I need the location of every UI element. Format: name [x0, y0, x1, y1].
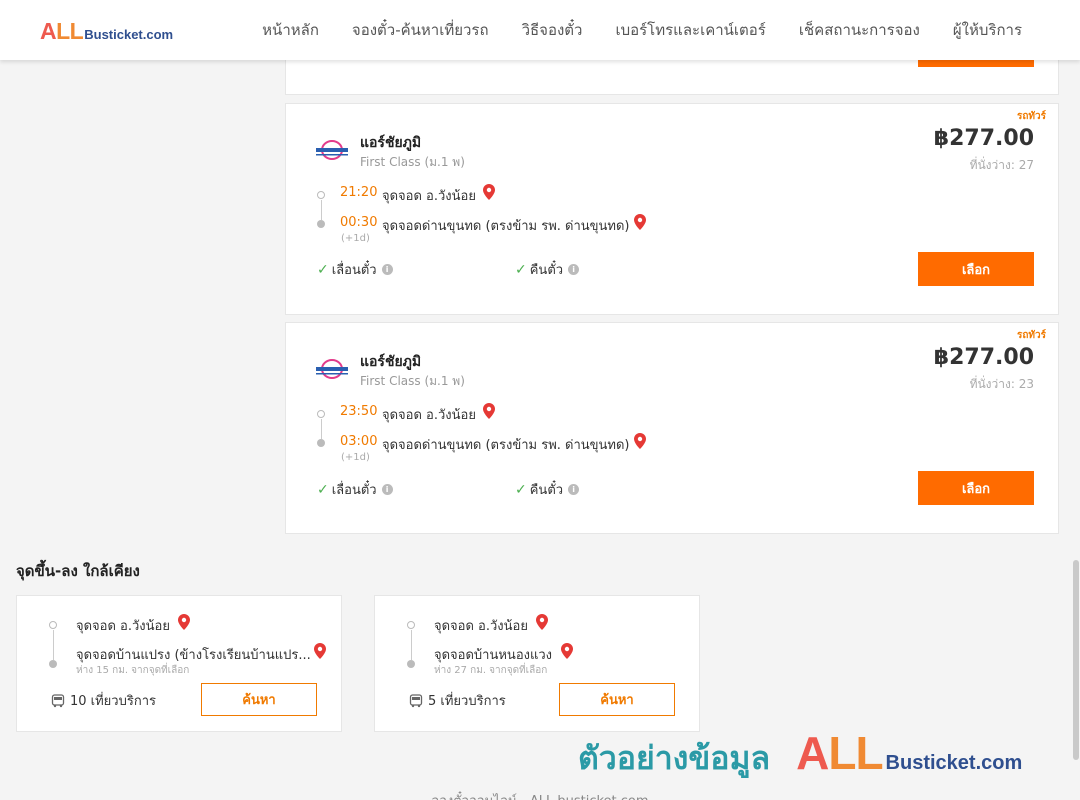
map-pin-icon[interactable]: [483, 184, 495, 200]
timeline-line: [53, 630, 54, 660]
arrive-stop: จุดจอดด่านขุนทด (ตรงข้าม รพ. ด่านขุนทด): [382, 219, 630, 234]
depart-stop: จุดจอด อ.วังน้อย: [382, 408, 476, 423]
trip-card: รถทัวร์ แอร์ชัยภูมิ First Class (ม.1 พ) …: [285, 322, 1059, 534]
depart-time: 21:20: [340, 185, 378, 200]
operator-logo-icon: [316, 140, 348, 160]
timeline-end-dot: [317, 220, 325, 228]
info-icon[interactable]: i: [568, 264, 580, 275]
nearby-search-button[interactable]: ค้นหา: [559, 683, 675, 716]
timeline-start-dot: [317, 410, 325, 418]
check-icon: ✓: [317, 261, 329, 278]
feature-change-ticket: ✓ เลื่อนตั๋ว i: [317, 259, 393, 280]
seats-available: ที่นั่งว่าง: 27: [969, 158, 1034, 172]
operator-name: แอร์ชัยภูมิ: [360, 135, 422, 151]
site-header: ALL Busticket.com หน้าหลัก จองตั๋ว-ค้นหา…: [0, 0, 1080, 60]
feature-refund-ticket: ✓ คืนตั๋ว i: [515, 479, 580, 500]
timeline-end-dot: [407, 660, 415, 668]
timeline-start-dot: [317, 191, 325, 199]
nearby-to-stop: จุดจอดบ้านแปรง (ข้างโรงเรียนบ้านแปร...: [76, 648, 311, 663]
timeline-end-dot: [317, 439, 325, 447]
next-day-label: (+1d): [341, 452, 370, 463]
nav-operators[interactable]: ผู้ให้บริการ: [953, 18, 1022, 42]
nearby-trip-count: 5 เที่ยวบริการ: [409, 690, 506, 711]
next-day-label: (+1d): [341, 233, 370, 244]
select-button[interactable]: เลือก: [918, 471, 1034, 505]
select-button-partial[interactable]: [918, 59, 1034, 67]
nearby-card: จุดจอด อ.วังน้อย จุดจอดบ้านหนองแวง ห่าง …: [374, 595, 700, 732]
info-icon[interactable]: i: [381, 264, 393, 275]
map-pin-icon[interactable]: [561, 643, 573, 659]
logo-text: Busticket.com: [84, 27, 174, 42]
watermark-logo-text: Busticket.com: [885, 752, 1023, 774]
select-button[interactable]: เลือก: [918, 252, 1034, 286]
trip-price: ฿277.00: [933, 345, 1034, 370]
nearby-to-stop: จุดจอดบ้านหนองแวง: [434, 648, 553, 663]
timeline-line: [321, 419, 322, 439]
bus-icon: [409, 693, 423, 707]
watermark-thai-text: ตัวอย่างข้อมูล: [578, 739, 771, 777]
check-icon: ✓: [515, 481, 527, 498]
info-icon[interactable]: i: [381, 484, 393, 495]
logo-all: ALL: [40, 18, 84, 44]
seats-available: ที่นั่งว่าง: 23: [969, 377, 1034, 391]
bus-type-tag: รถทัวร์: [1016, 330, 1046, 341]
arrive-time: 03:00: [340, 434, 378, 449]
nearby-distance: ห่าง 15 กม. จากจุดที่เลือก: [76, 665, 190, 676]
map-pin-icon[interactable]: [634, 433, 646, 449]
operator-logo-icon: [316, 359, 348, 379]
map-pin-icon[interactable]: [178, 614, 190, 630]
nav-home[interactable]: หน้าหลัก: [262, 18, 319, 42]
nearby-from-stop: จุดจอด อ.วังน้อย: [76, 619, 170, 634]
map-pin-icon[interactable]: [536, 614, 548, 630]
feature-refund-ticket: ✓ คืนตั๋ว i: [515, 259, 580, 280]
footer-text: จองตั๋วออนไลน์ - ALL busticket.com: [0, 790, 1080, 800]
arrive-stop: จุดจอดด่านขุนทด (ตรงข้าม รพ. ด่านขุนทด): [382, 438, 630, 453]
check-icon: ✓: [317, 481, 329, 498]
bus-type-tag: รถทัวร์: [1016, 111, 1046, 122]
timeline-line: [321, 200, 322, 220]
map-pin-icon[interactable]: [634, 214, 646, 230]
nav-contact[interactable]: เบอร์โทรและเคาน์เตอร์: [615, 18, 765, 42]
operator-class: First Class (ม.1 พ): [360, 374, 465, 388]
bus-icon: [51, 693, 65, 707]
page-scrollbar[interactable]: [1072, 60, 1080, 800]
check-icon: ✓: [515, 261, 527, 278]
timeline-line: [411, 630, 412, 660]
nearby-section-title: จุดขึ้น-ลง ใกล้เคียง: [16, 562, 140, 580]
nearby-card: จุดจอด อ.วังน้อย จุดจอดบ้านแปรง (ข้างโรง…: [16, 595, 342, 732]
map-pin-icon[interactable]: [483, 403, 495, 419]
info-icon[interactable]: i: [568, 484, 580, 495]
depart-time: 23:50: [340, 404, 378, 419]
timeline-end-dot: [49, 660, 57, 668]
operator-class: First Class (ม.1 พ): [360, 155, 465, 169]
watermark-logo-all: ALL: [796, 727, 883, 779]
site-logo[interactable]: ALL Busticket.com: [40, 18, 173, 45]
nearby-distance: ห่าง 27 กม. จากจุดที่เลือก: [434, 665, 548, 676]
trip-price: ฿277.00: [933, 126, 1034, 151]
sample-data-watermark: ตัวอย่างข้อมูล ALL Busticket.com: [578, 726, 1022, 784]
nav-how-to-book[interactable]: วิธีจองตั๋ว: [522, 18, 583, 42]
timeline-start-dot: [49, 621, 57, 629]
main-nav: หน้าหลัก จองตั๋ว-ค้นหาเที่ยวรถ วิธีจองตั…: [262, 0, 1022, 60]
depart-stop: จุดจอด อ.วังน้อย: [382, 189, 476, 204]
nearby-trip-count: 10 เที่ยวบริการ: [51, 690, 156, 711]
map-pin-icon[interactable]: [314, 643, 326, 659]
nearby-search-button[interactable]: ค้นหา: [201, 683, 317, 716]
operator-name: แอร์ชัยภูมิ: [360, 354, 422, 370]
nearby-from-stop: จุดจอด อ.วังน้อย: [434, 619, 528, 634]
nav-booking[interactable]: จองตั๋ว-ค้นหาเที่ยวรถ: [352, 18, 489, 42]
trip-card: รถทัวร์ แอร์ชัยภูมิ First Class (ม.1 พ) …: [285, 103, 1059, 315]
arrive-time: 00:30: [340, 215, 378, 230]
nav-check-status[interactable]: เช็คสถานะการจอง: [799, 18, 920, 42]
feature-change-ticket: ✓ เลื่อนตั๋ว i: [317, 479, 393, 500]
timeline-start-dot: [407, 621, 415, 629]
scrollbar-thumb[interactable]: [1073, 560, 1079, 760]
